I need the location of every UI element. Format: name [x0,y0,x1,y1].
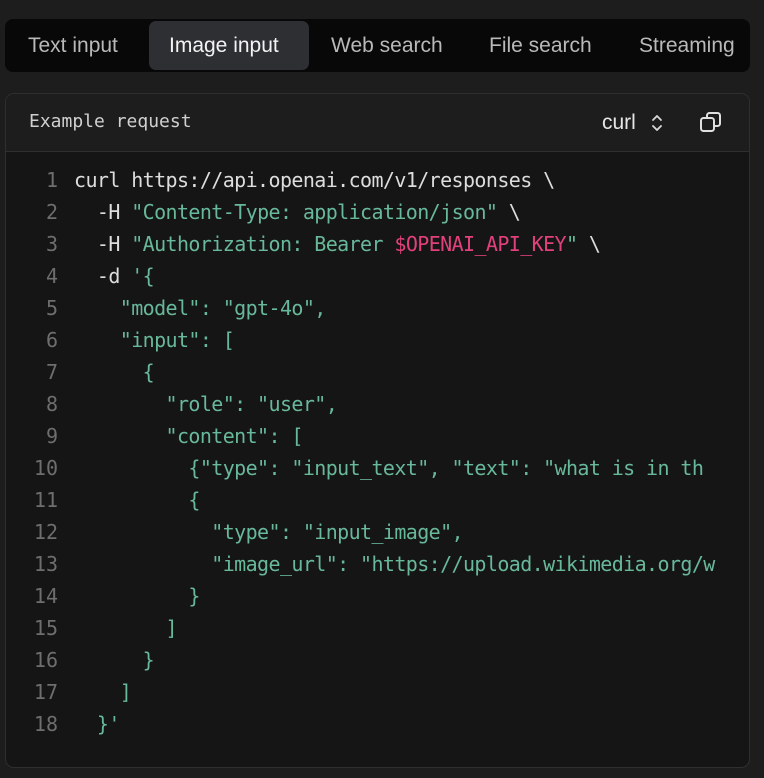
code-variable-token: $OPENAI_API_KEY [394,232,566,256]
line-number: 7 [45,360,58,384]
code-line: 7 { [6,356,749,388]
code-string-token: ] [74,680,132,704]
code-text: "type": "input_image", [74,516,463,548]
code-text: {"type": "input_text", "text": "what is … [74,452,703,484]
code-line: 4 -d '{ [6,260,749,292]
code-text: "model": "gpt-4o", [74,292,327,324]
code-string-token: "Authorization: Bearer [131,232,395,256]
code-line: 13 "image_url": "https://upload.wikimedi… [6,548,749,580]
tab-label: Streaming [639,34,735,57]
panel-header: Example request curl [6,94,749,152]
tab-file-search[interactable]: File search [476,21,606,70]
code-text: -H "Authorization: Bearer $OPENAI_API_KE… [74,228,601,260]
code-string-token: " [566,232,578,256]
code-text: }' [74,708,120,740]
code-block: 1 curl https://api.openai.com/v1/response… [6,152,749,767]
code-line: 9 "content": [ [6,420,749,452]
code-line: 18 }' [6,708,749,740]
code-line: 5 "model": "gpt-4o", [6,292,749,324]
line-number: 13 [33,552,58,576]
code-string-token: "role": "user", [74,392,338,416]
code-line: 12 "type": "input_image", [6,516,749,548]
code-token: -d [74,264,132,288]
code-text: -d '{ [74,260,155,292]
code-string-token: "input": [ [74,328,235,352]
line-number: 12 [33,520,58,544]
code-line: 6 "input": [ [6,324,749,356]
code-string-token: ] [74,616,178,640]
code-string-token: "type": "input_image", [74,520,463,544]
tab-label: Text input [28,34,118,57]
code-string-token: "content": [ [74,424,304,448]
code-line: 16 } [6,644,749,676]
code-text: curl https://api.openai.com/v1/responses… [74,164,555,196]
code-token: \ [577,232,601,256]
line-number: 9 [45,424,58,448]
tab-streaming[interactable]: Streaming [626,21,750,70]
code-string-token: } [74,584,200,608]
line-number: 15 [33,616,58,640]
code-line: 14 } [6,580,749,612]
copy-button[interactable] [696,108,726,138]
code-string-token: '{ [131,264,155,288]
code-line: 11 { [6,484,749,516]
code-string-token: } [74,648,155,672]
line-number: 1 [45,168,58,192]
line-number: 6 [45,328,58,352]
code-example-panel: Example request curl 1 curl https://api.o… [5,93,750,768]
code-line: 15 ] [6,612,749,644]
code-line: 3 -H "Authorization: Bearer $OPENAI_API_… [6,228,749,260]
code-text: "image_url": "https://upload.wikimedia.o… [74,548,715,580]
code-line: 17 ] [6,676,749,708]
code-string-token: "model": "gpt-4o", [74,296,327,320]
chevron-up-down-icon [652,115,662,131]
code-line: 2 -H "Content-Type: application/json" \ [6,196,749,228]
line-number: 11 [33,488,58,512]
code-string-token: "Content-Type: application/json" [131,200,498,224]
tab-web-search[interactable]: Web search [318,21,463,70]
code-text: { [74,356,155,388]
line-number: 3 [45,232,58,256]
tab-label: Image input [169,34,279,57]
tab-label: File search [489,34,592,57]
tab-text-input[interactable]: Text input [15,21,147,70]
code-string-token: }' [74,712,120,736]
line-number: 14 [33,584,58,608]
code-token: -H [74,200,132,224]
code-text: { [74,484,200,516]
code-token: curl https://api.openai.com/v1/responses… [74,168,555,192]
code-string-token: { [74,360,155,384]
line-number: 18 [33,712,58,736]
code-line: 8 "role": "user", [6,388,749,420]
copy-icon [700,112,721,132]
code-text: ] [74,612,178,644]
line-number: 8 [45,392,58,416]
line-number: 2 [45,200,58,224]
code-string-token: { [74,488,200,512]
tab-bar: Text input Image input Web search File s… [5,19,750,72]
code-text: "input": [ [74,324,235,356]
panel-title: Example request [29,111,192,132]
code-line: 1 curl https://api.openai.com/v1/response… [6,164,749,196]
tab-image-input[interactable]: Image input [149,21,309,70]
code-token: -H [74,232,132,256]
line-number: 10 [33,456,58,480]
tab-label: Web search [331,34,443,57]
code-text: ] [74,676,132,708]
code-text: } [74,644,155,676]
code-string-token: {"type": "input_text", "text": "what is … [74,456,704,480]
code-text: "content": [ [74,420,304,452]
line-number: 16 [33,648,58,672]
code-text: "role": "user", [74,388,338,420]
language-label: curl [602,111,636,134]
code-text: -H "Content-Type: application/json" \ [74,196,521,228]
line-number: 5 [45,296,58,320]
code-line: 10 {"type": "input_text", "text": "what … [6,452,749,484]
code-string-token: "image_url": "https://upload.wikimedia.o… [74,552,715,576]
line-number: 17 [33,680,58,704]
language-select[interactable]: curl [602,108,672,138]
code-token: \ [497,200,521,224]
line-number: 4 [45,264,58,288]
code-text: } [74,580,200,612]
